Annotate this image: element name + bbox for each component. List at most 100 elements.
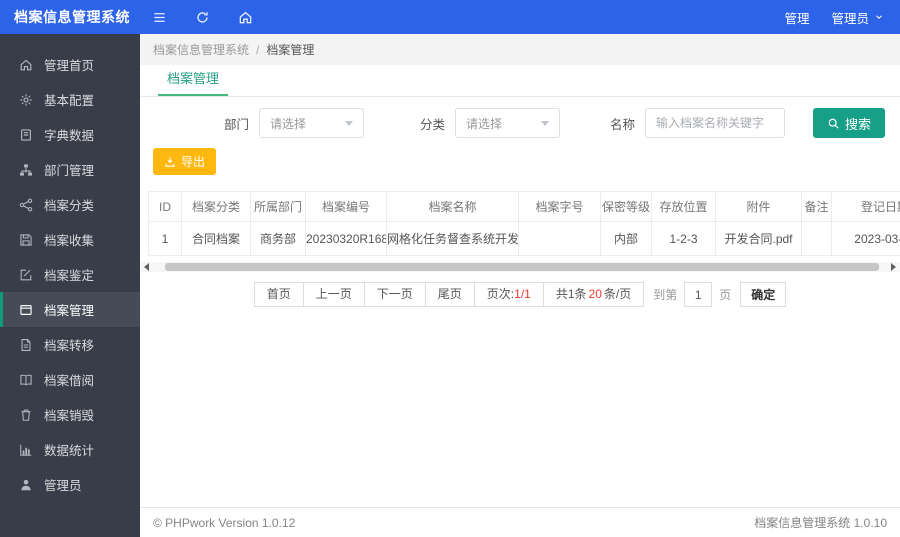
export-button-label: 导出 bbox=[181, 155, 206, 169]
sidebar-item-label: 档案管理 bbox=[44, 304, 95, 318]
sidebar-item-label: 档案借阅 bbox=[44, 374, 95, 388]
dept-label: 部门 bbox=[224, 117, 250, 132]
name-input[interactable] bbox=[645, 108, 786, 138]
open-book-icon bbox=[19, 373, 33, 387]
menu-toggle-icon[interactable] bbox=[152, 10, 167, 25]
pagination-prev-button[interactable]: 上一页 bbox=[302, 282, 365, 307]
col-attachment: 附件 bbox=[715, 191, 802, 222]
archive-table: ID 档案分类 所属部门 档案编号 档案名称 档案字号 保密等级 存放位置 附件… bbox=[148, 191, 900, 256]
name-label: 名称 bbox=[610, 117, 636, 132]
breadcrumb-root[interactable]: 档案信息管理系统 bbox=[153, 41, 249, 58]
filter-form: 部门 请选择 分类 请选择 名称 搜索 bbox=[140, 97, 900, 138]
sidebar-item-label: 部门管理 bbox=[44, 164, 95, 178]
goto-suffix: 页 bbox=[719, 288, 732, 302]
cell-name: 网格化任务督查系统开发合同 bbox=[386, 221, 519, 256]
category-select[interactable]: 请选择 bbox=[455, 108, 561, 138]
col-location: 存放位置 bbox=[651, 191, 716, 222]
pagination-total-info: 共1条 20 条/页 bbox=[542, 282, 645, 307]
pagination-first-button[interactable]: 首页 bbox=[253, 282, 304, 307]
save-icon bbox=[19, 233, 33, 247]
user-menu[interactable]: 管理员 bbox=[831, 8, 884, 27]
category-label: 分类 bbox=[420, 117, 446, 132]
trash-icon bbox=[19, 408, 33, 422]
pagination-last-button[interactable]: 尾页 bbox=[424, 282, 475, 307]
sidebar-item-label: 管理首页 bbox=[44, 59, 95, 73]
cell-id: 1 bbox=[148, 221, 182, 256]
category-select-value: 请选择 bbox=[466, 116, 503, 131]
col-remark: 备注 bbox=[801, 191, 832, 222]
sidebar-item-label: 档案分类 bbox=[44, 199, 95, 213]
col-department: 所属部门 bbox=[250, 191, 306, 222]
main-content: 档案信息管理系统 / 档案管理 档案管理 部门 请选择 分类 请选择 名称 搜索 bbox=[140, 34, 900, 537]
sidebar-item-label: 档案收集 bbox=[44, 234, 95, 248]
caret-down-icon bbox=[345, 120, 354, 126]
sidebar: 管理首页 基本配置 字典数据 部门管理 档案分类 档案收集 档案鉴定 档案管理 bbox=[0, 34, 140, 537]
app-title: 档案信息管理系统 bbox=[14, 9, 130, 25]
attachment-link[interactable]: 开发合同.pdf bbox=[715, 221, 802, 256]
table-row: 1 合同档案 商务部 20230320R168 网格化任务督查系统开发合同 内部… bbox=[148, 221, 900, 256]
page-label: 页次: bbox=[486, 287, 515, 301]
cell-category: 合同档案 bbox=[181, 221, 251, 256]
col-docno: 档案字号 bbox=[518, 191, 601, 222]
home-icon bbox=[19, 58, 33, 72]
sidebar-item-departments[interactable]: 部门管理 bbox=[0, 152, 140, 187]
home-icon[interactable] bbox=[238, 10, 253, 25]
archive-table-wrap: ID 档案分类 所属部门 档案编号 档案名称 档案字号 保密等级 存放位置 附件… bbox=[148, 191, 900, 256]
footer: © PHPwork Version 1.0.12 档案信息管理系统 1.0.10 bbox=[140, 507, 900, 537]
sidebar-item-archive-appraise[interactable]: 档案鉴定 bbox=[0, 257, 140, 292]
cell-secrecy: 内部 bbox=[600, 221, 652, 256]
search-button-label: 搜索 bbox=[845, 116, 872, 132]
goto-prefix: 到第 bbox=[653, 288, 678, 302]
sidebar-item-label: 档案转移 bbox=[44, 339, 95, 353]
footer-copyright: © PHPwork Version 1.0.12 bbox=[153, 515, 296, 530]
sidebar-item-archive-collect[interactable]: 档案收集 bbox=[0, 222, 140, 257]
sidebar-item-archive-manage[interactable]: 档案管理 bbox=[0, 292, 140, 327]
cell-number: 20230320R168 bbox=[305, 221, 387, 256]
scroll-left-arrow-icon[interactable] bbox=[144, 263, 149, 271]
sidebar-item-admin[interactable]: 管理员 bbox=[0, 467, 140, 502]
export-button[interactable]: 导出 bbox=[153, 148, 217, 175]
goto-confirm-button[interactable]: 确定 bbox=[740, 282, 787, 307]
manage-link[interactable]: 管理 bbox=[784, 8, 809, 27]
pagination-goto: 到第 页 确定 bbox=[653, 282, 787, 307]
edit-pen-icon bbox=[19, 268, 33, 282]
user-menu-label: 管理员 bbox=[831, 11, 869, 26]
pagination-page-info: 页次:1/1 bbox=[473, 282, 544, 307]
sidebar-item-archive-borrow[interactable]: 档案借阅 bbox=[0, 362, 140, 397]
col-register-date: 登记日期 bbox=[831, 191, 900, 222]
file-icon bbox=[19, 338, 33, 352]
cell-remark bbox=[801, 221, 832, 256]
cell-register-date: 2023-03-20 bbox=[831, 221, 900, 256]
sidebar-item-dictionary[interactable]: 字典数据 bbox=[0, 117, 140, 152]
share-nodes-icon bbox=[19, 198, 33, 212]
pagination-next-button[interactable]: 下一页 bbox=[363, 282, 426, 307]
scroll-right-arrow-icon[interactable] bbox=[891, 263, 896, 271]
breadcrumb-separator: / bbox=[256, 42, 260, 57]
topbar-icons bbox=[140, 10, 253, 25]
sidebar-item-statistics[interactable]: 数据统计 bbox=[0, 432, 140, 467]
sidebar-item-archive-transfer[interactable]: 档案转移 bbox=[0, 327, 140, 362]
horizontal-scrollbar[interactable] bbox=[140, 262, 900, 272]
page-value: 1/1 bbox=[514, 287, 531, 301]
sidebar-item-archive-destroy[interactable]: 档案销毁 bbox=[0, 397, 140, 432]
refresh-icon[interactable] bbox=[195, 10, 210, 25]
cell-docno bbox=[518, 221, 601, 256]
export-row: 导出 bbox=[140, 138, 900, 175]
col-secrecy: 保密等级 bbox=[600, 191, 652, 222]
per-page-suffix: 条/页 bbox=[603, 287, 632, 301]
dept-select[interactable]: 请选择 bbox=[259, 108, 365, 138]
sidebar-item-archive-category[interactable]: 档案分类 bbox=[0, 187, 140, 222]
sidebar-item-config[interactable]: 基本配置 bbox=[0, 82, 140, 117]
goto-page-input[interactable] bbox=[684, 282, 713, 307]
topbar-right: 管理 管理员 bbox=[784, 8, 900, 27]
gear-icon bbox=[19, 93, 33, 107]
tab-archive-manage[interactable]: 档案管理 bbox=[158, 68, 229, 96]
dictionary-icon bbox=[19, 128, 33, 142]
footer-version: 档案信息管理系统 1.0.10 bbox=[754, 516, 887, 530]
scrollbar-thumb[interactable] bbox=[165, 263, 879, 271]
pagination: 首页 上一页 下一页 尾页 页次:1/1 共1条20条/页 到第 页 确定 bbox=[140, 282, 900, 307]
cell-department: 商务部 bbox=[250, 221, 306, 256]
sidebar-item-label: 档案销毁 bbox=[44, 409, 95, 423]
search-button[interactable]: 搜索 bbox=[813, 108, 886, 138]
sidebar-item-home[interactable]: 管理首页 bbox=[0, 47, 140, 82]
